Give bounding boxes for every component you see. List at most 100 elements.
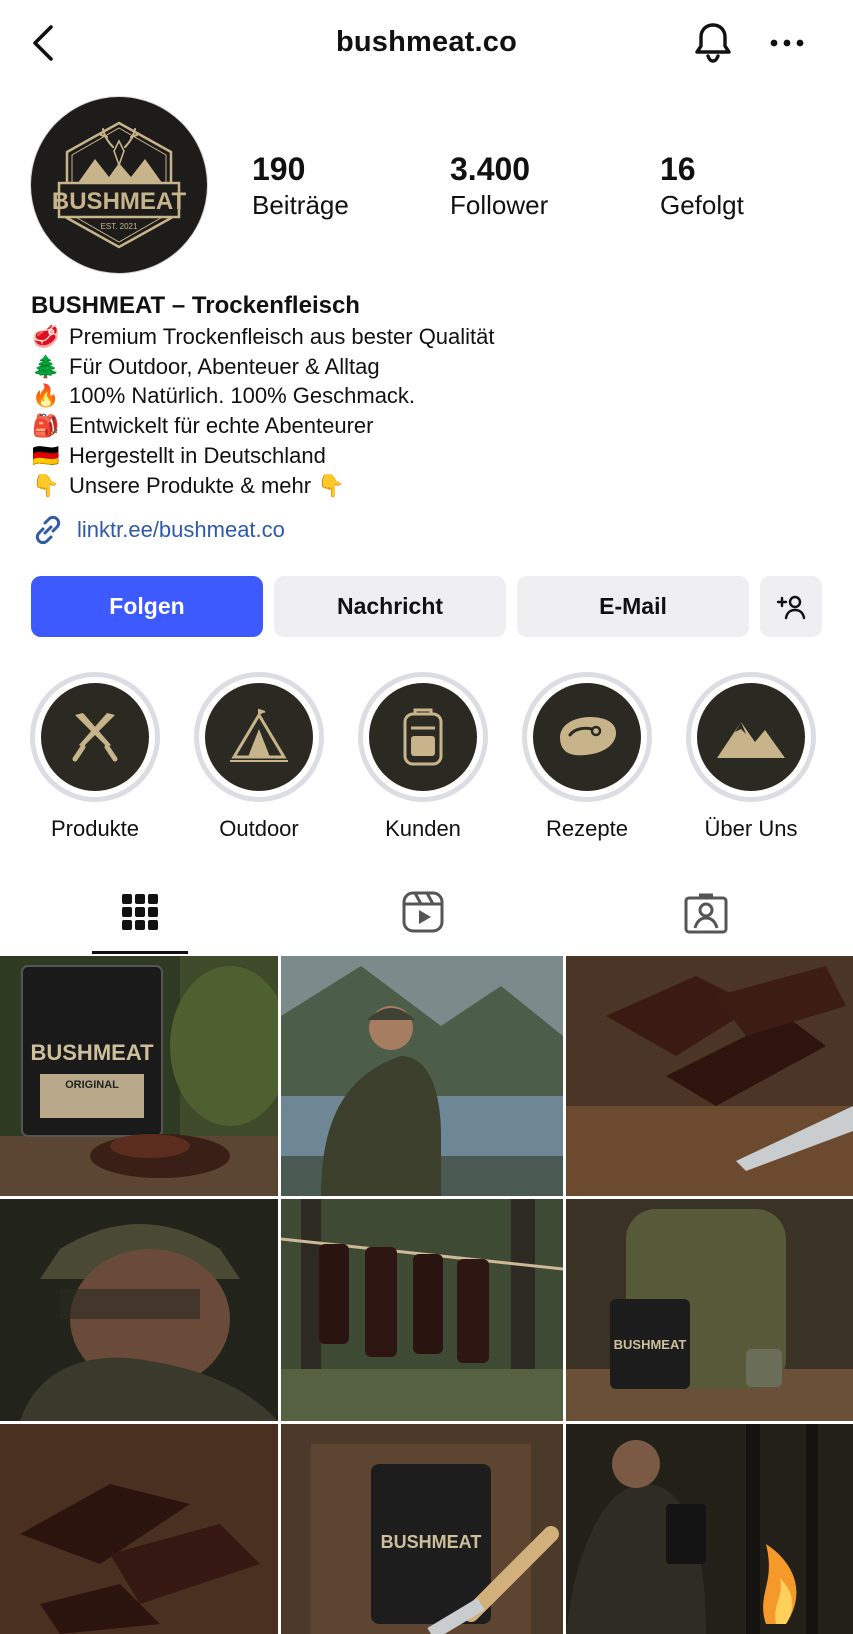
post-image [566, 956, 853, 1196]
highlight-ring [30, 672, 160, 802]
bio-line: 🇩🇪 Hergestellt in Deutschland [31, 441, 821, 471]
post-thumbnail[interactable] [566, 956, 853, 1196]
bio-line-text: Hergestellt in Deutschland [69, 442, 326, 468]
stat-followers[interactable]: 3.400 Follower [450, 150, 548, 222]
post-image: BUSHMEAT ORIGINAL [0, 956, 278, 1196]
post-thumbnail[interactable] [566, 1424, 853, 1634]
highlight-ring [358, 672, 488, 802]
post-pack-sub: ORIGINAL [65, 1079, 119, 1091]
profile-bio: BUSHMEAT – Trockenfleisch 🥩 Premium Trock… [31, 290, 821, 500]
suggested-users-button[interactable] [760, 576, 822, 637]
bio-line-text: Premium Trockenfleisch aus bester Qualit… [69, 324, 495, 349]
post-pack-text: BUSHMEAT [30, 1040, 154, 1065]
bio-line: 🥩 Premium Trockenfleisch aus bester Quali… [31, 322, 821, 352]
steak-icon [560, 717, 616, 756]
post-thumbnail[interactable]: BUSHMEAT [566, 1199, 853, 1421]
post-thumbnail[interactable] [0, 1199, 278, 1421]
post-image [566, 1424, 853, 1634]
mountains-icon [717, 722, 785, 758]
highlight-outdoor[interactable]: Outdoor [194, 672, 324, 842]
backpack-icon [403, 708, 443, 766]
tab-grid[interactable] [80, 870, 200, 954]
highlight-produkte[interactable]: Produkte [30, 672, 160, 842]
highlight-cover [41, 683, 149, 791]
tent-icon [230, 708, 288, 762]
pointing-down-emoji-icon: 👇 [32, 472, 60, 498]
bushmeat-logo: BUSHMEAT EST. 2021 [52, 121, 187, 249]
reels-icon [402, 891, 444, 933]
post-pack-text: BUSHMEAT [614, 1337, 687, 1352]
stat-following-value: 16 [660, 151, 696, 187]
stat-followers-value: 3.400 [450, 151, 531, 187]
highlight-label: Produkte [50, 816, 140, 841]
tab-tagged[interactable] [646, 870, 766, 954]
highlight-label: Kunden [385, 816, 461, 841]
stat-following-label: Gefolgt [660, 190, 744, 220]
follow-button[interactable]: Folgen [31, 576, 263, 637]
stat-posts[interactable]: 190 Beiträge [252, 150, 349, 222]
posts-grid: BUSHMEAT ORIGINAL BUSHMEAT BUSHMEAT [0, 956, 853, 1634]
profile-tabs [0, 870, 853, 956]
bio-line-text: Entwickelt für echte Abenteurer [69, 413, 374, 439]
bio-line-text: Unsere Produkte & mehr 👇 [69, 472, 345, 498]
logo-text: BUSHMEAT [52, 188, 187, 215]
post-thumbnail[interactable] [281, 956, 563, 1196]
logo-est-text: EST. 2021 [101, 222, 138, 231]
highlight-label: Outdoor [219, 816, 299, 841]
more-horizontal-icon [770, 39, 804, 47]
stat-posts-value: 190 [252, 151, 306, 187]
bio-link[interactable]: linktr.ee/bushmeat.co [31, 512, 285, 548]
bio-line-text: Für Outdoor, Abenteuer & Alltag [69, 353, 380, 379]
highlight-cover [205, 683, 313, 791]
crossed-knives-icon [72, 713, 118, 762]
stat-followers-label: Follower [450, 190, 549, 220]
stat-posts-label: Beiträge [252, 190, 349, 220]
bio-line-text: 100% Natürlich. 100% Geschmack. [69, 383, 416, 409]
post-image [0, 1424, 278, 1634]
post-thumbnail[interactable]: BUSHMEAT ORIGINAL [0, 956, 278, 1196]
highlight-ring [194, 672, 324, 802]
highlight-cover [369, 683, 477, 791]
german-flag-emoji-icon: 🇩🇪 [32, 442, 60, 468]
post-thumbnail[interactable] [281, 1199, 563, 1421]
message-button[interactable]: Nachricht [274, 576, 506, 637]
profile-avatar[interactable]: BUSHMEAT EST. 2021 [31, 97, 207, 273]
highlight-cover [533, 683, 641, 791]
notifications-button[interactable] [688, 18, 738, 68]
highlight-cover [697, 683, 805, 791]
highlight-label: Über Uns [704, 816, 798, 841]
backpack-emoji-icon: 🎒 [32, 413, 60, 439]
bio-line: 🎒 Entwickelt für echte Abenteurer [31, 411, 821, 441]
bio-line: 👇 Unsere Produkte & mehr 👇 [31, 471, 821, 501]
tagged-icon [684, 893, 728, 934]
bio-line: 🌲 Für Outdoor, Abenteuer & Alltag [31, 352, 821, 382]
post-image [281, 956, 563, 1196]
post-image: BUSHMEAT [281, 1424, 563, 1634]
stat-following[interactable]: 16 Gefolgt [660, 150, 744, 222]
bio-line: 🔥 100% Natürlich. 100% Geschmack. [31, 381, 821, 411]
highlight-label: Rezepte [546, 816, 628, 841]
bio-link-text[interactable]: linktr.ee/bushmeat.co [77, 517, 285, 543]
tab-reels[interactable] [363, 870, 483, 954]
post-thumbnail[interactable] [0, 1424, 278, 1634]
post-image: BUSHMEAT [566, 1199, 853, 1421]
tree-emoji-icon: 🌲 [32, 353, 60, 379]
more-options-button[interactable] [764, 20, 810, 66]
top-bar: bushmeat.co [0, 0, 853, 86]
meat-emoji-icon: 🥩 [32, 324, 60, 349]
add-user-icon [776, 595, 806, 619]
grid-icon [122, 894, 158, 930]
email-button[interactable]: E-Mail [517, 576, 749, 637]
link-icon [35, 515, 61, 545]
highlight-ueber-uns[interactable]: Über Uns [686, 672, 816, 842]
post-image [281, 1199, 563, 1421]
highlight-ring [686, 672, 816, 802]
post-thumbnail[interactable]: BUSHMEAT [281, 1424, 563, 1634]
highlight-kunden[interactable]: Kunden [358, 672, 488, 842]
post-pack-text: BUSHMEAT [381, 1532, 482, 1552]
bell-icon [695, 23, 731, 63]
post-image [0, 1199, 278, 1421]
highlight-rezepte[interactable]: Rezepte [522, 672, 652, 842]
fire-emoji-icon: 🔥 [32, 383, 60, 409]
profile-display-name: BUSHMEAT – Trockenfleisch [31, 292, 360, 319]
